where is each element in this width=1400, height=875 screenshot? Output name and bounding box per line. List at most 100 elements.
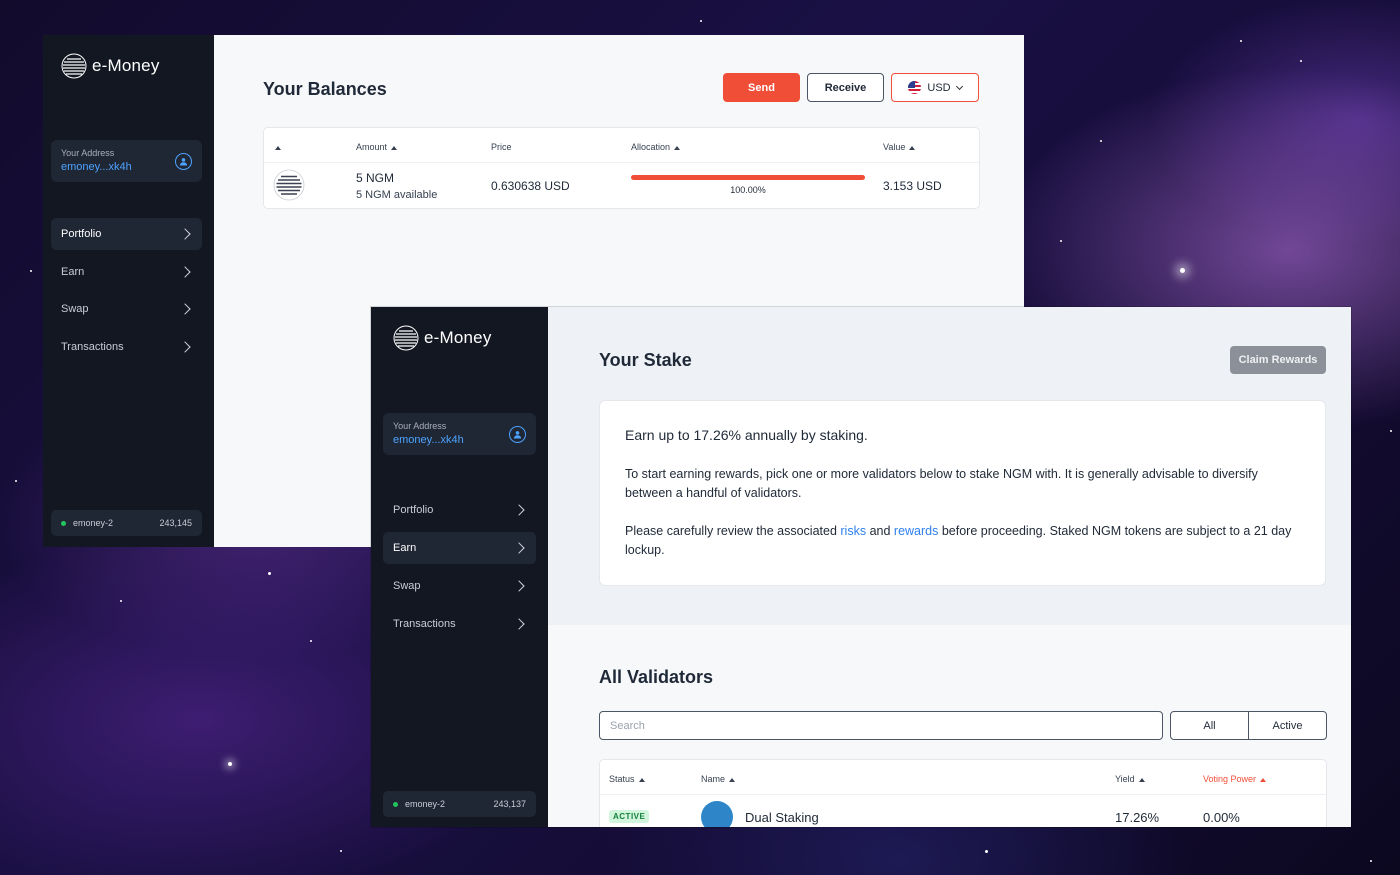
table-row[interactable]: 5 NGM 5 NGM available 0.630638 USD 100.0…	[264, 162, 979, 209]
address-value: emoney...xk4h	[393, 434, 464, 446]
sort-asc-icon	[909, 145, 916, 150]
sidebar-item-swap[interactable]: Swap	[383, 570, 536, 602]
status-dot-icon	[61, 521, 66, 527]
emoney-logo-icon	[61, 53, 87, 79]
validator-name[interactable]: Dual Staking	[745, 810, 819, 825]
sort-icon[interactable]	[275, 142, 281, 152]
header-label: Amount	[356, 142, 388, 152]
currency-select[interactable]: USD	[891, 73, 979, 102]
sort-asc-icon	[1260, 777, 1267, 782]
amount-value: 5 NGM	[356, 171, 395, 185]
staking-lead: Earn up to 17.26% annually by staking.	[625, 427, 868, 443]
send-button[interactable]: Send	[723, 73, 800, 102]
brand-logo[interactable]: e-Money	[393, 325, 492, 351]
validator-filter: All Active	[1170, 711, 1327, 740]
sidebar-item-earn[interactable]: Earn	[383, 532, 536, 564]
table-row[interactable]: ACTIVE Dual Staking 17.26% 0.00%	[600, 794, 1326, 827]
brand-name: e-Money	[92, 56, 160, 75]
brand-name: e-Money	[424, 328, 492, 347]
sidebar-item-transactions[interactable]: Transactions	[383, 608, 536, 640]
user-icon[interactable]	[509, 426, 526, 443]
address-value: emoney...xk4h	[61, 161, 132, 173]
emoney-logo-icon	[393, 325, 419, 351]
sidebar: e-Money Your Address emoney...xk4h Portf…	[43, 35, 214, 547]
sidebar-nav: Portfolio Earn Swap Transactions	[383, 494, 536, 646]
sidebar-item-swap[interactable]: Swap	[51, 293, 202, 325]
address-card[interactable]: Your Address emoney...xk4h	[51, 140, 202, 182]
sort-asc-icon	[1138, 777, 1145, 782]
claim-rewards-button[interactable]: Claim Rewards	[1230, 346, 1326, 374]
header-label: Allocation	[631, 142, 671, 152]
allocation-bar	[631, 175, 865, 180]
chevron-right-icon	[179, 303, 191, 315]
sidebar-item-label: Swap	[61, 303, 89, 315]
network-name: emoney-2	[405, 799, 446, 809]
sidebar-item-portfolio[interactable]: Portfolio	[383, 494, 536, 526]
chevron-right-icon	[513, 580, 525, 592]
header-label: Name	[701, 774, 726, 784]
allocation-percent: 100.00%	[730, 185, 766, 195]
sidebar-item-label: Transactions	[61, 340, 124, 353]
sidebar-item-earn[interactable]: Earn	[51, 256, 202, 288]
brand-logo[interactable]: e-Money	[61, 53, 160, 79]
address-label: Your Address	[393, 421, 447, 431]
header-label: Voting Power	[1203, 774, 1257, 784]
sidebar-item-label: Portfolio	[393, 504, 434, 516]
column-header-yield[interactable]: Yield	[1115, 774, 1145, 784]
column-header-value[interactable]: Value	[883, 142, 916, 152]
column-header-amount[interactable]: Amount	[356, 142, 398, 152]
sidebar-item-label: Transactions	[393, 618, 456, 630]
header-label: Yield	[1115, 774, 1135, 784]
stake-window: e-Money Your Address emoney...xk4h Portf…	[371, 307, 1351, 827]
paragraph-text: and	[866, 524, 894, 538]
page-title: Your Balances	[263, 79, 387, 99]
user-icon[interactable]	[175, 153, 192, 170]
filter-all-button[interactable]: All	[1171, 712, 1248, 739]
block-height: 243,137	[493, 799, 526, 809]
balances-table: Amount Price Allocation Value 5 NGM 5 NG…	[263, 127, 980, 209]
sidebar-item-portfolio[interactable]: Portfolio	[51, 218, 202, 250]
staking-paragraph-1: To start earning rewards, pick one or mo…	[625, 467, 1258, 500]
status-dot-icon	[393, 802, 398, 808]
chevron-right-icon	[513, 542, 525, 554]
column-header-voting-power[interactable]: Voting Power	[1203, 774, 1267, 784]
sidebar-nav: Portfolio Earn Swap Transactions	[51, 218, 202, 368]
chevron-right-icon	[513, 618, 525, 630]
filter-active-button[interactable]: Active	[1248, 712, 1326, 739]
chevron-right-icon	[179, 340, 191, 353]
risks-link[interactable]: risks	[840, 524, 866, 538]
column-header-status[interactable]: Status	[609, 774, 645, 784]
stake-main: Your Stake Claim Rewards Earn up to 17.2…	[548, 307, 1351, 827]
sidebar-item-label: Portfolio	[61, 228, 102, 240]
chevron-down-icon	[955, 82, 963, 90]
validator-avatar	[701, 801, 733, 827]
chevron-right-icon	[513, 504, 525, 516]
chevron-right-icon	[179, 265, 191, 278]
rewards-link[interactable]: rewards	[894, 524, 938, 538]
staking-paragraph-2: Please carefully review the associated r…	[625, 522, 1300, 560]
receive-button[interactable]: Receive	[807, 73, 884, 102]
ngm-token-icon	[273, 169, 305, 201]
sidebar-item-transactions[interactable]: Transactions	[51, 331, 202, 363]
chevron-right-icon	[179, 228, 191, 240]
status-badge: ACTIVE	[609, 810, 650, 823]
sidebar-item-label: Earn	[393, 542, 417, 554]
yield-value: 17.26%	[1115, 810, 1160, 825]
sort-asc-icon	[729, 777, 736, 782]
staking-info-card: Earn up to 17.26% annually by staking. T…	[599, 400, 1326, 586]
column-header-price[interactable]: Price	[491, 142, 512, 152]
sort-asc-icon	[674, 145, 681, 150]
value-amount: 3.153 USD	[883, 179, 942, 193]
sort-asc-icon	[638, 777, 645, 782]
header-label: Status	[609, 774, 635, 784]
sort-asc-icon	[391, 145, 398, 150]
validators-title: All Validators	[599, 667, 714, 687]
address-card[interactable]: Your Address emoney...xk4h	[383, 413, 536, 455]
available-value: 5 NGM available	[356, 189, 438, 201]
voting-power-value: 0.00%	[1203, 810, 1240, 825]
price-value: 0.630638 USD	[491, 179, 570, 193]
column-header-allocation[interactable]: Allocation	[631, 142, 681, 152]
page-title: Your Stake	[599, 350, 692, 370]
column-header-name[interactable]: Name	[701, 774, 736, 784]
search-input[interactable]: Search	[599, 711, 1163, 740]
